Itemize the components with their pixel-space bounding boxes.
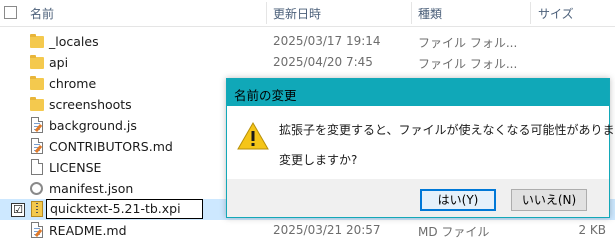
file-icon [29,159,45,176]
script-file-icon [29,117,45,134]
column-divider[interactable] [266,2,267,24]
file-name: background.js [49,118,137,133]
markdown-file-icon [29,222,45,239]
folder-icon [29,54,45,71]
file-type: ファイル フォル... [418,36,518,50]
column-divider[interactable] [411,2,412,24]
column-type[interactable]: 種類 [418,5,442,22]
file-type: MD ファイル [418,225,490,239]
file-name: manifest.json [49,181,134,196]
file-date: 2025/03/21 20:57 [273,223,381,237]
warning-icon [237,122,269,150]
file-size: 2 KB [578,223,606,237]
json-file-icon [29,180,45,197]
file-name: _locales [49,34,99,49]
file-row[interactable]: _locales 2025/03/17 19:14 ファイル フォル... [0,31,615,52]
folder-icon [29,33,45,50]
column-size[interactable]: サイズ [538,5,574,22]
row-checkbox[interactable]: ☑ [11,203,25,217]
file-name: LICENSE [49,160,102,175]
file-row[interactable]: README.md 2025/03/21 20:57 MD ファイル 2 KB [0,220,615,241]
column-name[interactable]: 名前 [30,5,54,22]
column-divider[interactable] [530,2,531,24]
column-header: 名前 更新日時 種類 サイズ [0,0,615,27]
file-name: README.md [49,223,127,238]
dialog-titlebar[interactable]: 名前の変更 [227,79,609,106]
folder-icon [29,96,45,113]
file-date: 2025/03/17 19:14 [273,34,381,48]
folder-icon [29,75,45,92]
file-date: 2025/04/20 7:45 [273,55,373,69]
select-all-checkbox[interactable] [4,6,17,19]
file-name: chrome [49,76,97,91]
file-name: screenshoots [49,97,132,112]
file-name: CONTRIBUTORS.md [49,139,173,154]
dialog-body: 拡張子を変更すると、ファイルが使えなくなる可能性があります。 変更しますか? [227,106,615,179]
dialog-question: 変更しますか? [279,153,358,167]
file-row[interactable]: api 2025/04/20 7:45 ファイル フォル... [0,52,615,73]
file-type: ファイル フォル... [418,57,518,71]
no-button[interactable]: いいえ(N) [511,189,587,211]
dialog-footer: はい(Y) いいえ(N) [227,179,609,217]
zip-file-icon [29,201,45,218]
dialog-message: 拡張子を変更すると、ファイルが使えなくなる可能性があります。 [279,123,615,137]
rename-warning-dialog: 名前の変更 拡張子を変更すると、ファイルが使えなくなる可能性があります。 変更し… [226,78,615,218]
column-date[interactable]: 更新日時 [273,5,321,22]
file-name: api [49,55,69,70]
markdown-file-icon [29,138,45,155]
dialog-title: 名前の変更 [234,88,297,103]
rename-input[interactable]: quicktext-5.21-tb.xpi [46,199,203,219]
yes-button[interactable]: はい(Y) [420,189,496,211]
